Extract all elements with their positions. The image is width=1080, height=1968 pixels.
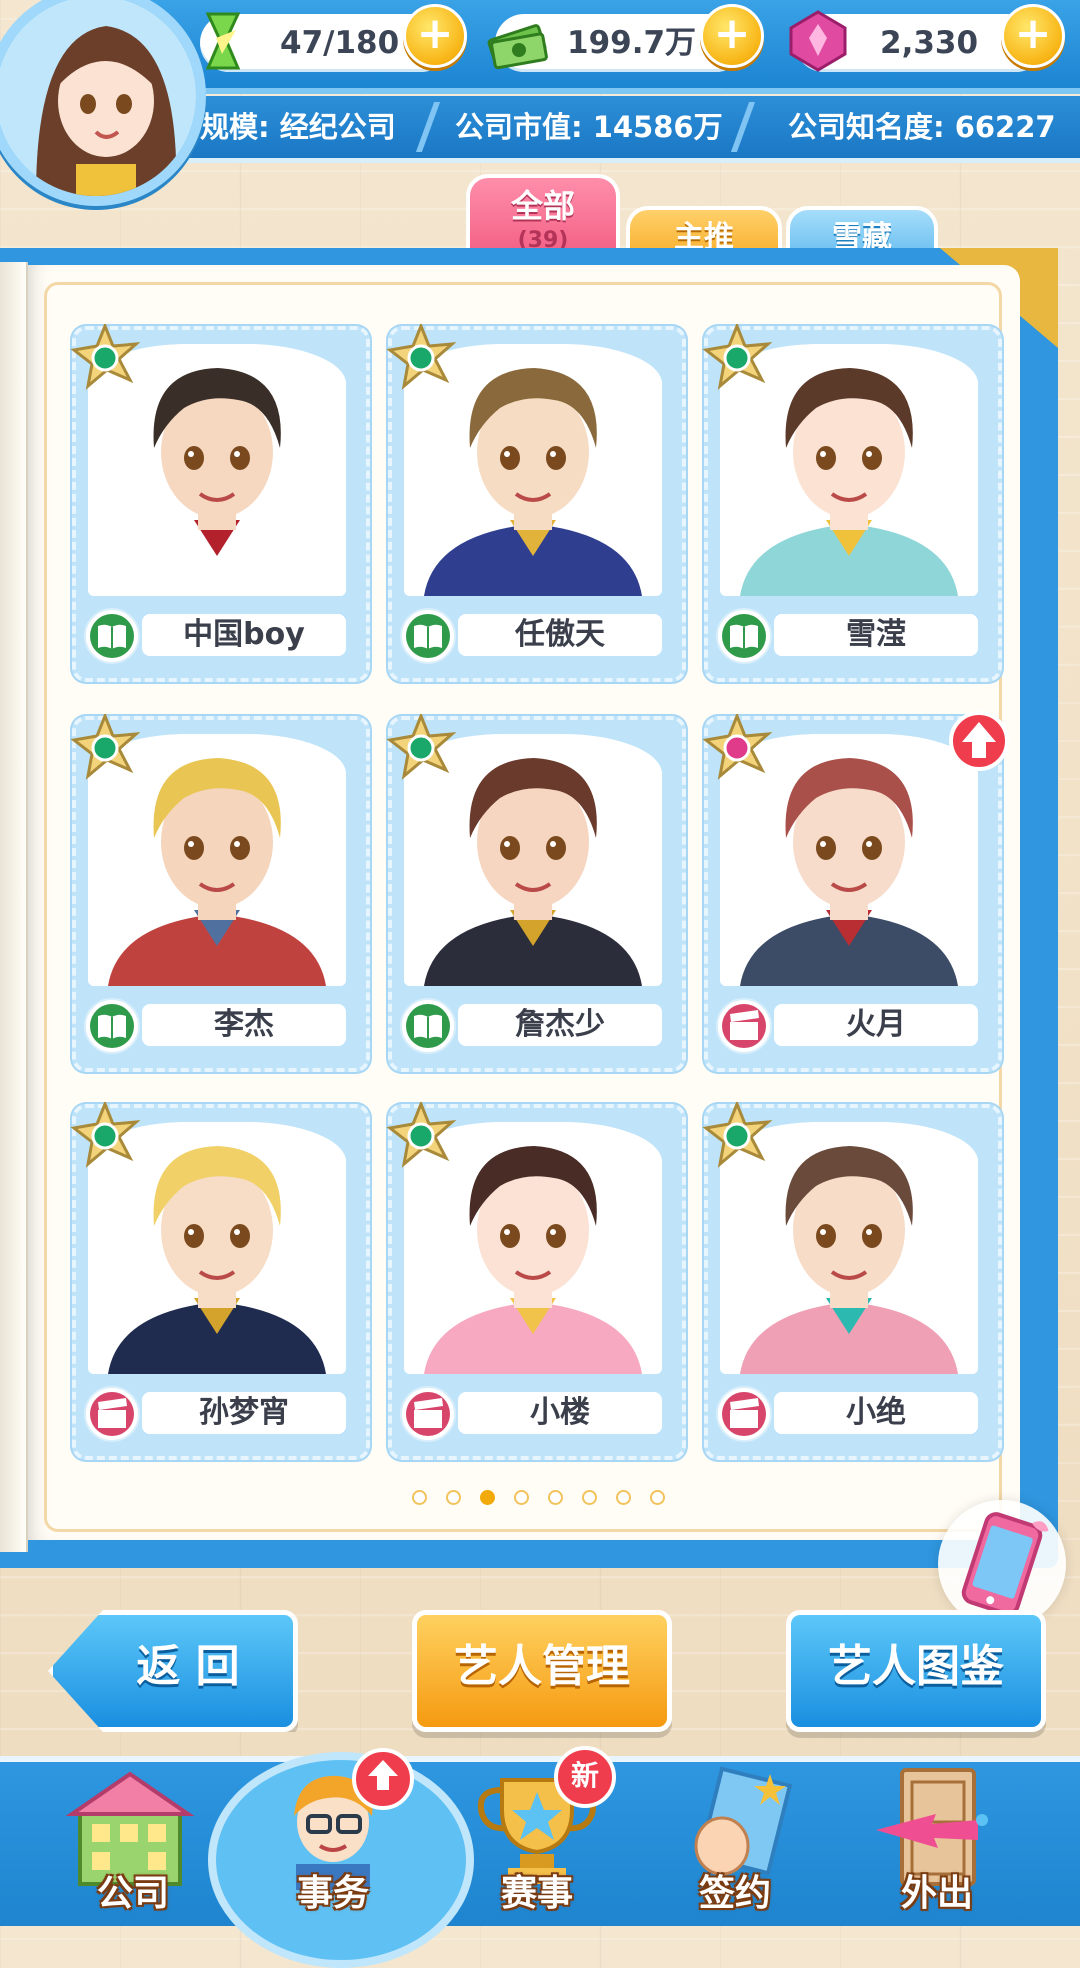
book-icon <box>84 998 140 1054</box>
page-dot[interactable] <box>650 1490 665 1505</box>
artist-catalog-button[interactable]: 艺人图鉴 <box>786 1610 1046 1732</box>
company-fame: 公司知名度: 66227 <box>788 110 1056 144</box>
rank-star-icon <box>70 711 141 784</box>
clapper-icon <box>716 1386 772 1442</box>
rank-star-icon <box>702 711 773 784</box>
book-icon <box>84 608 140 664</box>
artist-card[interactable]: 火月 <box>702 711 1009 1072</box>
rank-star-icon <box>702 1099 773 1172</box>
artist-card[interactable]: 小绝 <box>702 1099 1002 1460</box>
cash-stack-icon <box>487 24 548 70</box>
rank-star-icon <box>386 711 457 784</box>
add-energy-button[interactable]: + <box>403 4 467 68</box>
affairs-upgrade-badge <box>352 1748 414 1810</box>
artist-card[interactable]: 小楼 <box>386 1099 686 1460</box>
page-dot[interactable] <box>514 1490 529 1505</box>
add-money-button[interactable]: + <box>700 4 764 68</box>
rank-star-icon <box>702 321 773 394</box>
artist-card[interactable]: 孙梦宵 <box>70 1099 370 1460</box>
page-dot[interactable] <box>480 1490 495 1505</box>
clapper-icon <box>84 1386 140 1442</box>
nav-company[interactable]: 公司 <box>58 1760 208 1920</box>
artist-management-button[interactable]: 艺人管理 <box>412 1610 672 1732</box>
nav-sign[interactable]: 签约 <box>660 1760 810 1920</box>
book-icon <box>716 608 772 664</box>
phone-button[interactable] <box>938 1500 1066 1628</box>
artist-name: 小绝 <box>774 1392 978 1434</box>
artist-card[interactable]: 雪滢 <box>702 321 1002 682</box>
artist-name: 火月 <box>774 1004 978 1046</box>
artist-card[interactable]: 詹杰少 <box>386 711 686 1072</box>
company-market-value: 公司市值: 14586万 <box>455 110 723 144</box>
company-scale: 规模: 经纪公司 <box>200 110 396 144</box>
nav-go-out[interactable]: 外出 <box>862 1760 1012 1920</box>
player-avatar[interactable] <box>0 0 206 206</box>
clapper-icon <box>716 998 772 1054</box>
page-dot[interactable] <box>446 1490 461 1505</box>
rank-star-icon <box>70 321 141 394</box>
artist-card[interactable]: 中国boy <box>70 321 370 682</box>
rank-star-icon <box>70 1099 141 1172</box>
page-dot[interactable] <box>616 1490 631 1505</box>
page-dot[interactable] <box>548 1490 563 1505</box>
add-gems-button[interactable]: + <box>1001 4 1065 68</box>
clapper-icon <box>400 1386 456 1442</box>
pink-phone-icon <box>961 1512 1049 1616</box>
page-dot[interactable] <box>582 1490 597 1505</box>
up-arrow-icon <box>368 1760 398 1790</box>
artist-card[interactable]: 李杰 <box>70 711 370 1072</box>
competition-new-badge: 新 <box>554 1746 616 1808</box>
book-spine <box>0 262 28 1552</box>
book-icon <box>400 998 456 1054</box>
book-icon <box>400 608 456 664</box>
artist-name: 小楼 <box>458 1392 662 1434</box>
artist-name: 孙梦宵 <box>142 1392 346 1434</box>
artist-name: 詹杰少 <box>458 1004 662 1046</box>
rank-star-icon <box>386 1099 457 1172</box>
upgrade-arrow-icon <box>948 710 1010 772</box>
artist-name: 任傲天 <box>458 614 662 656</box>
artist-name: 雪滢 <box>774 614 978 656</box>
page-dot[interactable] <box>412 1490 427 1505</box>
rank-star-icon <box>386 321 457 394</box>
artist-card[interactable]: 任傲天 <box>386 321 686 682</box>
back-button[interactable]: 返 回 <box>48 1610 298 1732</box>
avatar-portrait <box>0 0 196 196</box>
gem-icon <box>789 10 847 72</box>
artist-name: 中国boy <box>142 614 346 656</box>
artist-name: 李杰 <box>142 1004 346 1046</box>
